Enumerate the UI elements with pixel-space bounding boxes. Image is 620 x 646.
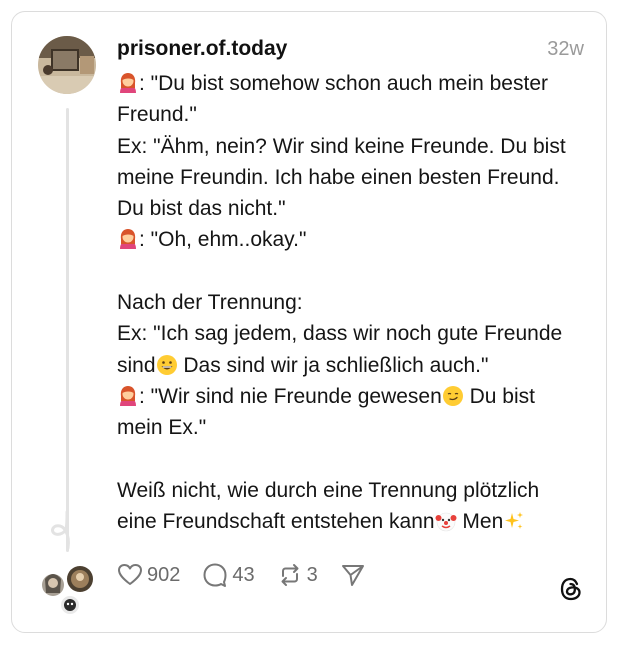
post-text-segment: mein Ex." <box>117 416 207 440</box>
post-text-line <box>117 444 592 475</box>
woman-red-hair-emoji-icon <box>120 229 136 250</box>
post-text-segment: Ex: "Ich sag jedem, dass wir noch gute F… <box>117 322 563 346</box>
post-text-line: : "Du bist somehow schon auch mein beste… <box>117 68 592 99</box>
post-text-segment: Das sind wir ja schließlich auch." <box>177 353 489 377</box>
action-bar: 902 43 3 <box>117 561 392 589</box>
thread-line <box>66 108 69 552</box>
repost-icon <box>281 564 299 586</box>
post-text-line: mein Ex." <box>117 412 592 443</box>
username[interactable]: prisoner.of.today <box>117 37 287 61</box>
post-text-line: : "Oh, ehm..okay." <box>117 224 592 255</box>
post-text-line: Du bist das nicht." <box>117 193 592 224</box>
repost-count: 3 <box>306 563 318 586</box>
woman-red-hair-emoji-icon <box>120 73 136 93</box>
post-text-segment: : "Wir sind nie Freunde gewesen <box>139 384 442 408</box>
repost-button[interactable]: 3 <box>277 562 318 588</box>
post-text-segment: Du bist <box>463 384 535 408</box>
smirking-face-emoji-icon <box>442 385 463 406</box>
post-text-segment: : "Oh, ehm..okay." <box>139 228 307 252</box>
post-text-segment: meine Freundin. Ich habe einen besten Fr… <box>117 165 560 189</box>
post-text-segment: Freund." <box>117 103 197 127</box>
post-text-segment: Nach der Trennung: <box>117 291 303 315</box>
comment-button[interactable]: 43 <box>202 562 255 588</box>
post-text-segment: : "Du bist somehow schon auch mein beste… <box>139 72 548 95</box>
grinning-face-emoji-icon <box>156 354 177 375</box>
post-text-line: : "Wir sind nie Freunde gewesen Du bist <box>117 381 592 412</box>
post-time: 32w <box>547 38 584 60</box>
author-avatar[interactable] <box>38 36 96 94</box>
post-text: : "Du bist somehow schon auch mein beste… <box>117 68 592 537</box>
threads-logo-icon[interactable] <box>558 576 584 602</box>
comment-count: 43 <box>232 563 255 586</box>
post-text-line: eine Freundschaft entstehen kann Men <box>117 506 592 537</box>
post-text-line: meine Freundin. Ich habe einen besten Fr… <box>117 162 592 193</box>
woman-red-hair-emoji-icon <box>120 385 136 406</box>
post-text-line <box>117 256 592 287</box>
post-text-segment: Ex: "Ähm, nein? Wir sind keine Freunde. … <box>117 134 566 158</box>
post-text-segment: sind <box>117 353 156 377</box>
post-text-segment: Du bist das nicht." <box>117 197 286 221</box>
post-text-line: Ex: "Ich sag jedem, dass wir noch gute F… <box>117 318 592 349</box>
like-button[interactable]: 902 <box>117 563 180 587</box>
clown-face-emoji-icon <box>435 512 457 532</box>
sparkles-emoji-icon <box>505 512 524 530</box>
post-text-line: Freund." <box>117 99 592 130</box>
thread-loop-icon <box>51 510 70 550</box>
post-text-line: Ex: "Ähm, nein? Wir sind keine Freunde. … <box>117 131 592 162</box>
share-button[interactable] <box>340 562 370 588</box>
heart-icon <box>118 564 142 585</box>
comment-icon <box>203 563 227 587</box>
share-icon <box>341 565 364 586</box>
like-count: 902 <box>147 563 181 586</box>
reply-avatars[interactable] <box>40 565 100 620</box>
post-text-segment: Men <box>456 510 504 534</box>
post-text-segment: Weiß nicht, wie durch eine Trennung plöt… <box>117 478 540 502</box>
post-text-segment: eine Freundschaft entstehen kann <box>117 510 435 534</box>
post-text-line: Weiß nicht, wie durch eine Trennung plöt… <box>117 475 592 506</box>
post-text-line: Nach der Trennung: <box>117 287 592 318</box>
post-text-line: sind Das sind wir ja schließlich auch." <box>117 350 592 381</box>
